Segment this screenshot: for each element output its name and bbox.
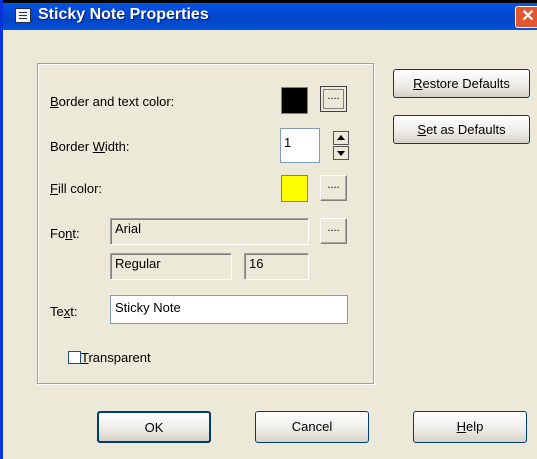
fill-color-label: Fill color:	[50, 181, 103, 196]
font-name-field: Arial	[110, 218, 309, 245]
triangle-down-icon	[337, 151, 345, 156]
close-button[interactable]: ✕	[515, 6, 537, 28]
border-width-input[interactable]: 1	[280, 128, 320, 163]
border-width-spin-up[interactable]	[333, 131, 349, 145]
ok-button[interactable]: OK	[97, 411, 211, 443]
dialog-title: Sticky Note Properties	[38, 6, 209, 23]
restore-defaults-button[interactable]: Restore Defaults	[393, 69, 530, 98]
fill-color-swatch	[281, 175, 308, 202]
border-text-color-swatch	[281, 87, 308, 114]
triangle-up-icon	[337, 135, 345, 140]
transparent-label[interactable]: Transparent	[81, 350, 151, 365]
border-text-color-picker-button[interactable]: ....	[320, 86, 347, 112]
font-picker-button[interactable]: ....	[320, 218, 347, 244]
close-icon: ✕	[521, 8, 535, 25]
border-width-label: Border Width:	[50, 139, 130, 154]
properties-dialog-icon	[15, 8, 31, 23]
ellipsis-label: ....	[327, 179, 340, 191]
border-width-spin-down[interactable]	[333, 146, 349, 160]
set-as-defaults-button[interactable]: Set as Defaults	[393, 115, 530, 144]
font-size-field: 16	[244, 253, 309, 280]
ellipsis-label: ....	[327, 90, 340, 102]
cancel-button[interactable]: Cancel	[255, 411, 369, 443]
note-text-input[interactable]: Sticky Note	[110, 295, 348, 324]
help-button[interactable]: Help	[413, 411, 527, 443]
transparent-checkbox[interactable]	[68, 351, 81, 364]
dialog-window: Sticky Note Properties ✕ Border and text…	[0, 0, 537, 459]
ellipsis-label: ....	[327, 222, 340, 234]
fill-color-picker-button[interactable]: ....	[320, 175, 347, 201]
font-label: Font:	[50, 226, 80, 241]
border-text-color-label: Border and text color:	[50, 94, 175, 109]
text-label: Text:	[50, 304, 78, 319]
title-bar-top-edge	[3, 0, 537, 3]
border-width-value: 1	[284, 135, 292, 150]
font-style-field: Regular	[110, 253, 232, 280]
title-bar[interactable]: Sticky Note Properties ✕	[3, 0, 537, 30]
